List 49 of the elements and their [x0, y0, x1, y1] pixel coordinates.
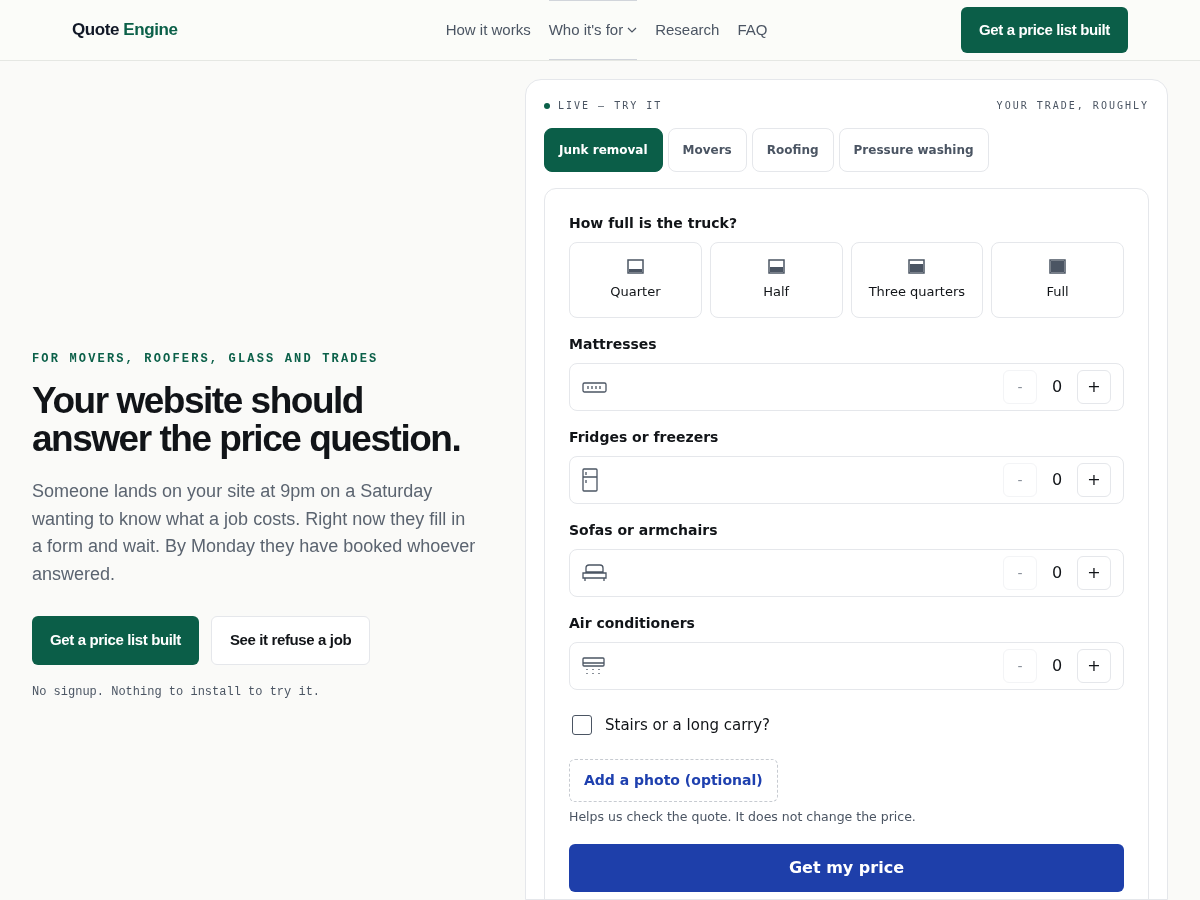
live-label: LIVE — TRY IT [558, 99, 663, 113]
submit-button[interactable]: Get my price [569, 844, 1124, 893]
checkbox[interactable] [572, 715, 592, 736]
load-option[interactable]: Quarter [569, 242, 702, 318]
question-label: How full is the truck? [569, 214, 738, 233]
primary-button[interactable]: Get a price list built [32, 616, 199, 665]
increment-button[interactable]: + [1077, 649, 1111, 683]
chevron-down-icon [627, 27, 638, 33]
add-photo-button[interactable]: Add a photo (optional) [569, 758, 778, 802]
trade-label: YOUR TRADE, ROUGHLY [996, 99, 1149, 113]
eyebrow: FOR MOVERS, ROOFERS, GLASS AND TRADES [32, 351, 380, 368]
increment-button[interactable]: + [1077, 463, 1111, 497]
trade-tab[interactable]: Pressure washing [838, 128, 989, 172]
note: No signup. Nothing to install to try it. [32, 684, 322, 701]
checkbox-label: Stairs or a long carry? [605, 715, 771, 736]
truck-load-icon [908, 258, 926, 274]
truck-load-icon [767, 258, 785, 274]
trade-tab[interactable]: Movers [667, 128, 747, 172]
secondary-button[interactable]: See it refuse a job [210, 616, 371, 665]
load-option[interactable]: Half [709, 242, 843, 318]
nav-link[interactable]: Research [655, 0, 720, 60]
increment-button[interactable]: + [1077, 556, 1111, 590]
load-option[interactable]: Three quarters [850, 242, 984, 318]
air-conditioner-icon [582, 656, 605, 676]
hero-description: Someone lands on your site at 9pm on a Saturday wanting to know what a job costs. Right now they fill in a form and wait. By Monday they have booked whoever answered. [32, 480, 477, 586]
truck-load-icon [1049, 258, 1067, 274]
logo[interactable]: Quote Engine [72, 17, 412, 43]
nav-link[interactable]: FAQ [737, 0, 768, 60]
counter-label: Fridges or freezers [569, 428, 720, 447]
sofa-icon [582, 564, 607, 582]
cta-button[interactable]: Get a price list built [961, 7, 1128, 53]
nav-link[interactable]: Who it's for [548, 0, 638, 60]
trade-tab[interactable]: Roofing [751, 128, 834, 172]
counter-value: 0 [1050, 562, 1064, 584]
hero-title: Your website should answer the price question. [32, 382, 462, 458]
counter-label: Air conditioners [569, 614, 696, 633]
photo-hint: Helps us check the quote. It does not change the price. [569, 807, 917, 826]
counter-value: 0 [1050, 469, 1064, 491]
truck-load-icon [626, 258, 644, 274]
counter-value: 0 [1050, 655, 1064, 677]
load-option[interactable]: Full [991, 242, 1124, 318]
mattress-icon [582, 381, 607, 393]
nav-link[interactable]: How it works [445, 0, 531, 60]
counter-label: Mattresses [569, 335, 658, 354]
increment-button[interactable]: + [1077, 370, 1111, 404]
fridge-icon [582, 468, 598, 492]
trade-tab[interactable]: Junk removal [544, 128, 663, 172]
counter-value: 0 [1050, 376, 1064, 398]
counter-label: Sofas or armchairs [569, 521, 719, 540]
